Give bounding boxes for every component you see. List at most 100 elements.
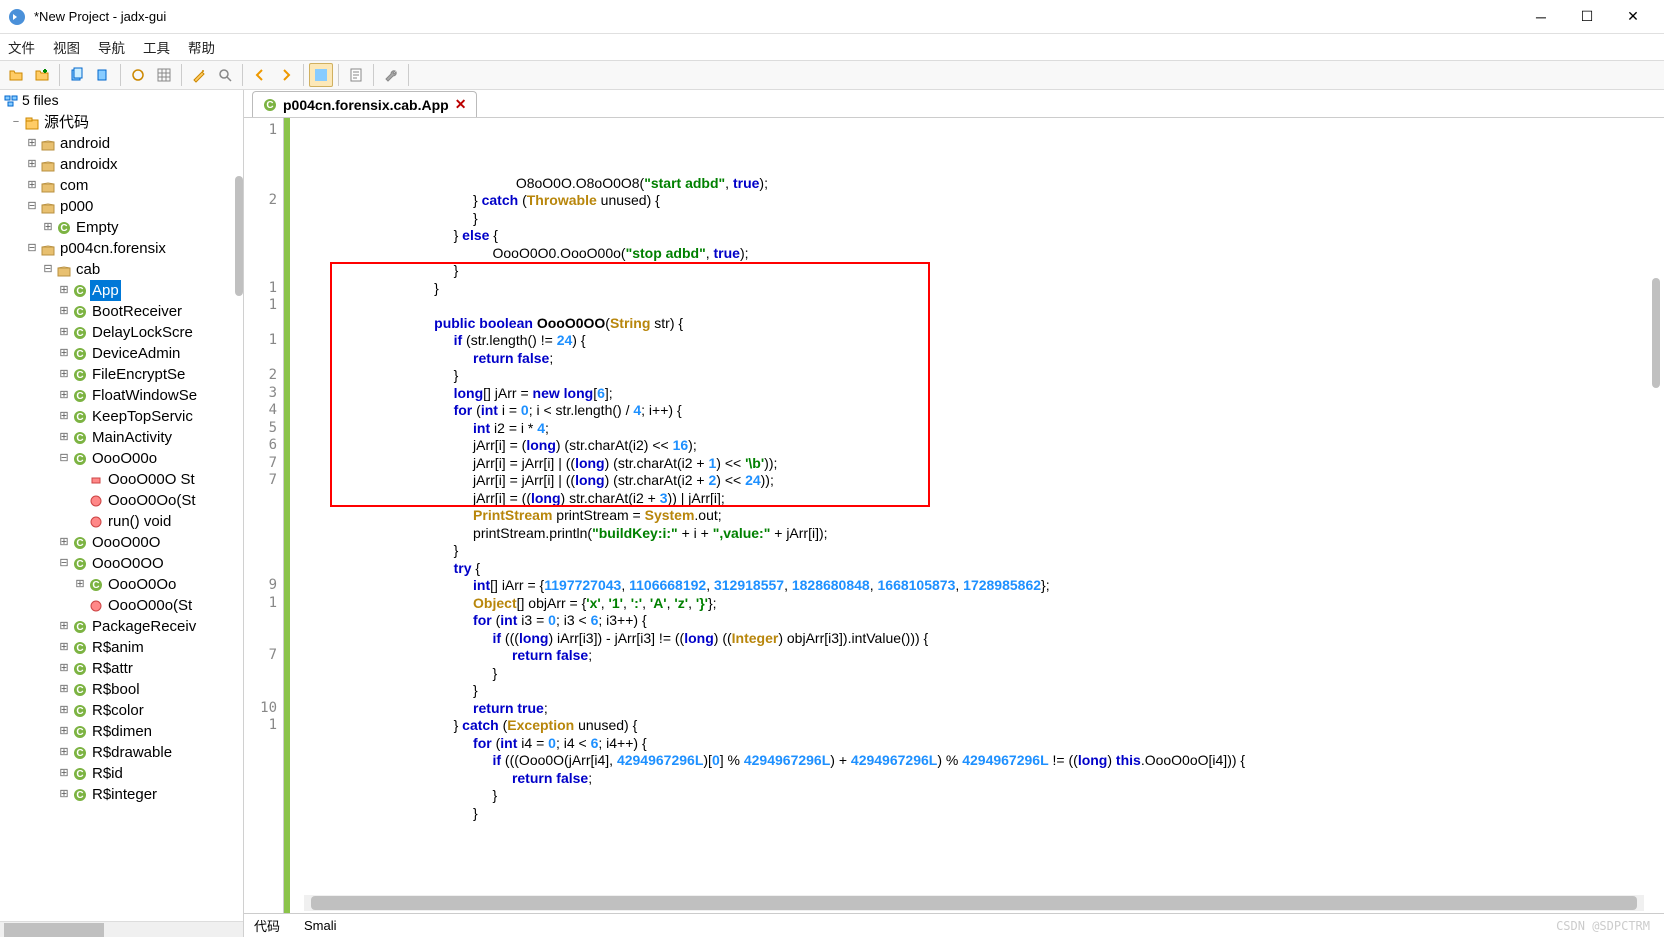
- grid-icon[interactable]: [152, 63, 176, 87]
- tree-item[interactable]: ⊞CBootReceiver: [2, 301, 243, 322]
- expand-icon[interactable]: ⊟: [26, 241, 38, 256]
- expand-icon[interactable]: ⊞: [58, 745, 70, 760]
- tree-item[interactable]: ⊞androidx: [2, 154, 243, 175]
- tree-item[interactable]: ⊞COooO0Oo: [2, 574, 243, 595]
- back-icon[interactable]: [248, 63, 272, 87]
- expand-icon[interactable]: ⊟: [26, 199, 38, 214]
- close-button[interactable]: ✕: [1610, 1, 1656, 33]
- tree-item[interactable]: ⊞CApp: [2, 280, 243, 301]
- expand-icon[interactable]: ⊞: [26, 178, 38, 193]
- tree-item[interactable]: ⊞CR$integer: [2, 784, 243, 805]
- tree-item[interactable]: ⊞CR$dimen: [2, 721, 243, 742]
- doc-icon[interactable]: [344, 63, 368, 87]
- tab-code[interactable]: 代码: [254, 916, 280, 935]
- expand-icon[interactable]: ⊞: [58, 430, 70, 445]
- expand-icon[interactable]: ⊞: [26, 157, 38, 172]
- add-file-icon[interactable]: [30, 63, 54, 87]
- tree-item[interactable]: ⊞CR$id: [2, 763, 243, 784]
- tree-item[interactable]: ⊞CMainActivity: [2, 427, 243, 448]
- expand-icon[interactable]: ⊞: [58, 682, 70, 697]
- copy-icon[interactable]: [65, 63, 89, 87]
- expand-icon[interactable]: ⊞: [58, 766, 70, 781]
- tree-item[interactable]: ⊟p000: [2, 196, 243, 217]
- code-viewer[interactable]: 1 2 11 1 2345677 91 7 101 O8oO0O.O8oO0O8…: [244, 118, 1664, 913]
- maximize-button[interactable]: ☐: [1564, 1, 1610, 33]
- tree-item[interactable]: ⊞CEmpty: [2, 217, 243, 238]
- expand-icon[interactable]: ⊟: [58, 556, 70, 571]
- tree-item[interactable]: ⊞CR$attr: [2, 658, 243, 679]
- pkg-icon: [40, 199, 56, 215]
- paste-icon[interactable]: [91, 63, 115, 87]
- code-text[interactable]: O8oO0O.O8oO0O8("start adbd", true); } ca…: [290, 118, 1664, 913]
- menu-nav[interactable]: 导航: [98, 37, 125, 57]
- expand-icon[interactable]: ⊞: [58, 304, 70, 319]
- wand-icon[interactable]: [187, 63, 211, 87]
- tree-item-label: OooO00O: [90, 532, 162, 553]
- expand-icon[interactable]: ⊞: [58, 640, 70, 655]
- cls-icon: C: [56, 220, 72, 236]
- expand-icon[interactable]: ⊞: [74, 577, 86, 592]
- tree-item[interactable]: ⊟COooO0OO: [2, 553, 243, 574]
- tree-item[interactable]: OooO0Oo(St: [2, 490, 243, 511]
- fld-icon: [88, 472, 104, 488]
- expand-icon[interactable]: ⊞: [58, 787, 70, 802]
- tree-hscroll[interactable]: [0, 921, 243, 937]
- tab-smali[interactable]: Smali: [304, 918, 337, 933]
- tree-item[interactable]: ⊟COooO00o: [2, 448, 243, 469]
- tree-root[interactable]: 5 files: [0, 90, 243, 110]
- tree-item[interactable]: ⊞CR$drawable: [2, 742, 243, 763]
- open-file-icon[interactable]: [4, 63, 28, 87]
- tree-item[interactable]: ⊟p004cn.forensix: [2, 238, 243, 259]
- tree-item[interactable]: ⊞CKeepTopServic: [2, 406, 243, 427]
- tab-app[interactable]: C p004cn.forensix.cab.App ✕: [252, 91, 477, 117]
- tree-item[interactable]: ⊞CPackageReceiv: [2, 616, 243, 637]
- tree-item[interactable]: OooO00O St: [2, 469, 243, 490]
- tree-item[interactable]: ⊞CR$anim: [2, 637, 243, 658]
- expand-icon[interactable]: ⊞: [58, 661, 70, 676]
- tree-srcroot[interactable]: − 源代码: [2, 112, 243, 133]
- menu-tools[interactable]: 工具: [143, 37, 170, 57]
- expand-icon[interactable]: ⊟: [58, 451, 70, 466]
- menu-help[interactable]: 帮助: [188, 37, 215, 57]
- expand-icon[interactable]: ⊞: [58, 346, 70, 361]
- tree-item[interactable]: run() void: [2, 511, 243, 532]
- pkg-icon: [40, 157, 56, 173]
- tree-vscroll[interactable]: [235, 176, 243, 496]
- tree-item[interactable]: ⊞android: [2, 133, 243, 154]
- expand-icon[interactable]: ⊞: [58, 325, 70, 340]
- tree-item[interactable]: ⊞CR$bool: [2, 679, 243, 700]
- tree-item[interactable]: ⊞CFloatWindowSe: [2, 385, 243, 406]
- expand-icon[interactable]: ⊞: [42, 220, 54, 235]
- tree-item[interactable]: ⊞CDeviceAdmin: [2, 343, 243, 364]
- expand-icon[interactable]: ⊞: [58, 535, 70, 550]
- expand-icon[interactable]: ⊞: [58, 619, 70, 634]
- expand-icon[interactable]: ⊞: [58, 388, 70, 403]
- tree-item[interactable]: ⊟cab: [2, 259, 243, 280]
- sync-icon[interactable]: [126, 63, 150, 87]
- expand-icon[interactable]: ⊟: [42, 262, 54, 277]
- code-hscroll[interactable]: [304, 895, 1644, 911]
- expand-icon[interactable]: ⊞: [58, 703, 70, 718]
- tree-item[interactable]: ⊞CFileEncryptSe: [2, 364, 243, 385]
- menu-view[interactable]: 视图: [53, 37, 80, 57]
- wrench-icon[interactable]: [379, 63, 403, 87]
- forward-icon[interactable]: [274, 63, 298, 87]
- expand-icon[interactable]: ⊞: [58, 367, 70, 382]
- pkg-icon: [40, 136, 56, 152]
- minimize-button[interactable]: ─: [1518, 1, 1564, 33]
- highlight-icon[interactable]: [309, 63, 333, 87]
- tree-item[interactable]: ⊞COooO00O: [2, 532, 243, 553]
- tab-close-icon[interactable]: ✕: [455, 96, 467, 113]
- expand-icon[interactable]: ⊞: [58, 283, 70, 298]
- expand-icon[interactable]: ⊞: [58, 409, 70, 424]
- tree-item[interactable]: ⊞CDelayLockScre: [2, 322, 243, 343]
- expand-icon[interactable]: ⊞: [58, 724, 70, 739]
- tree-item[interactable]: ⊞CR$color: [2, 700, 243, 721]
- tree-item[interactable]: ⊞com: [2, 175, 243, 196]
- code-vscroll[interactable]: [1652, 208, 1660, 488]
- tree-item[interactable]: OooO00o(St: [2, 595, 243, 616]
- zoom-icon[interactable]: [213, 63, 237, 87]
- menu-file[interactable]: 文件: [8, 37, 35, 57]
- expand-icon[interactable]: ⊞: [26, 136, 38, 151]
- tree[interactable]: − 源代码 ⊞android⊞androidx⊞com⊟p000⊞CEmpty⊟…: [0, 110, 243, 921]
